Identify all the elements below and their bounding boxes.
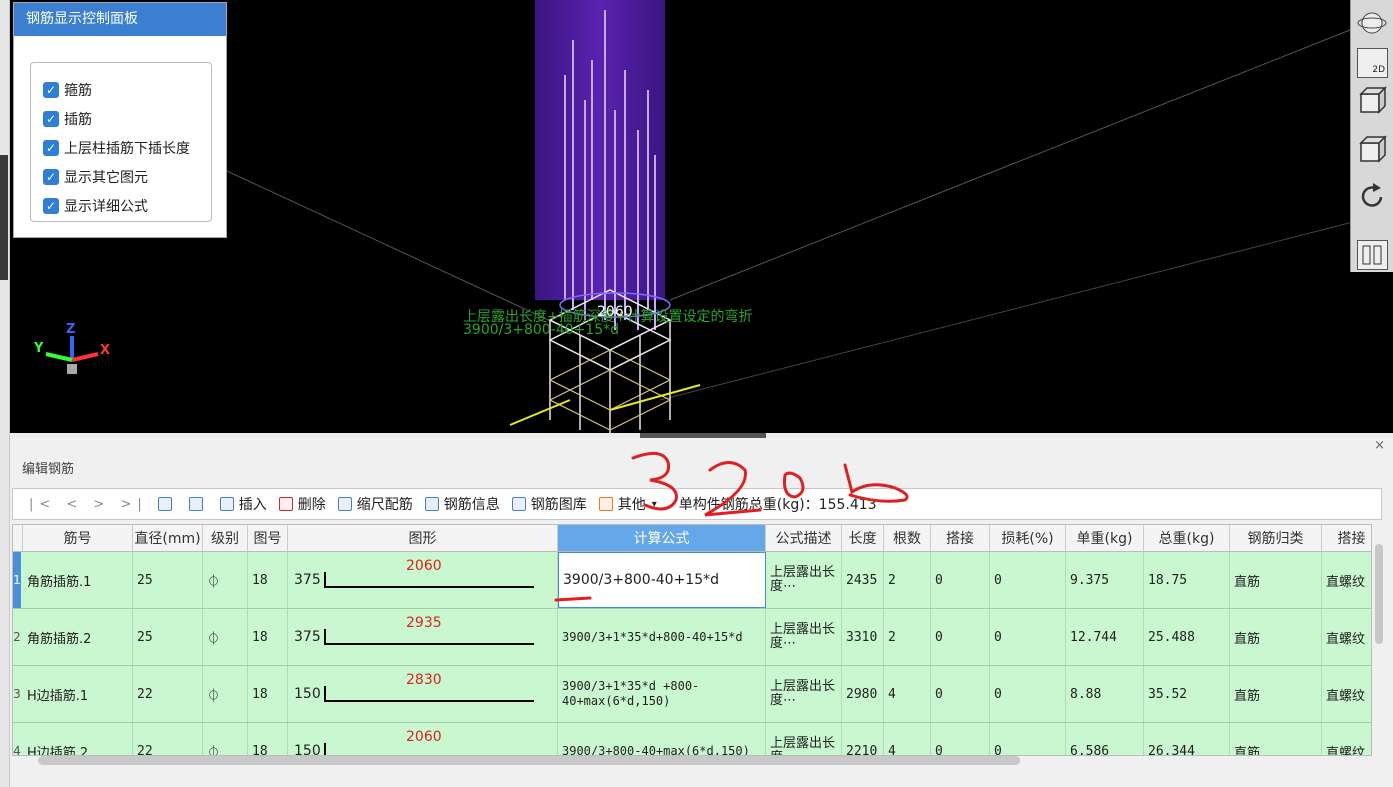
handwritten-annotation bbox=[554, 451, 909, 602]
